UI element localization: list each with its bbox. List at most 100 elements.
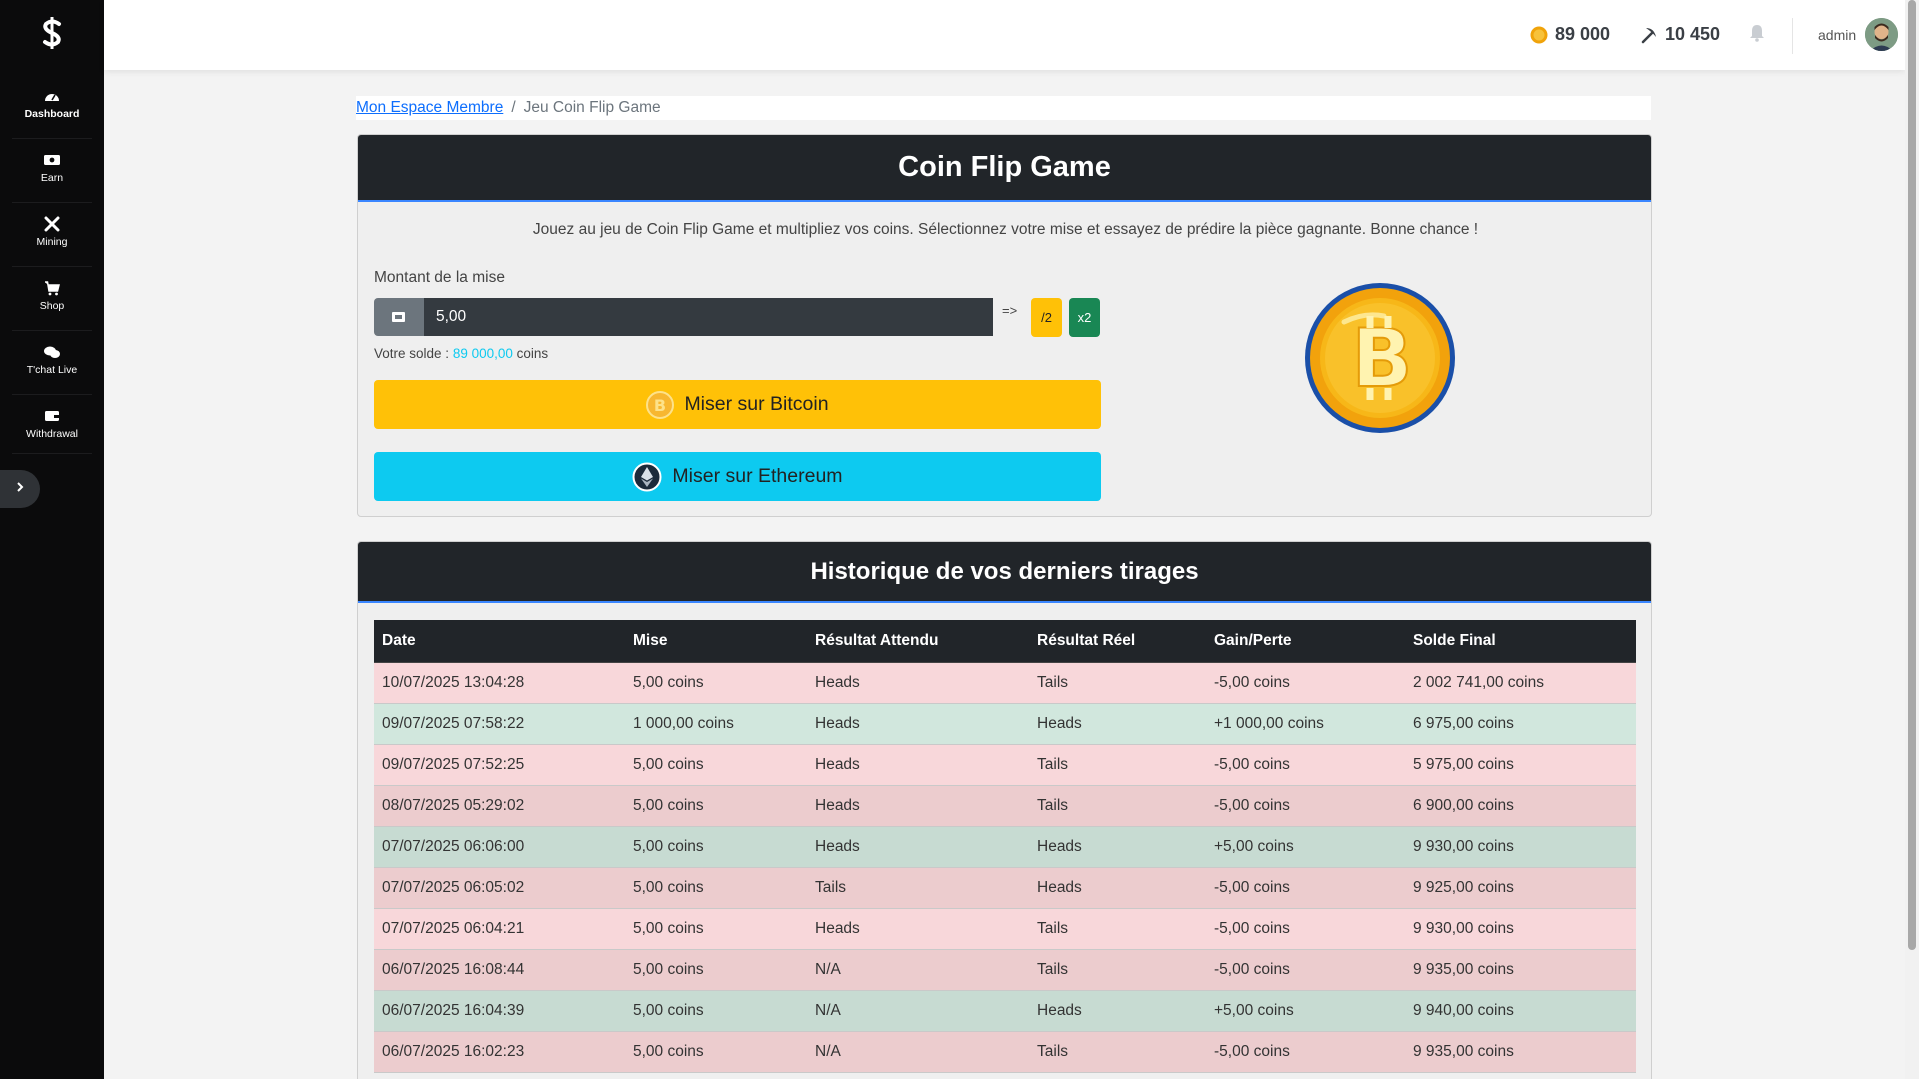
history-table: Date Mise Résultat Attendu Résultat Réel… — [374, 620, 1636, 1073]
cell-bet: 5,00 coins — [625, 949, 807, 991]
cell-final-balance: 9 935,00 coins — [1405, 1031, 1636, 1073]
cell-actual: Heads — [1029, 826, 1206, 868]
breadcrumb-current: Jeu Coin Flip Game — [523, 99, 661, 116]
bitcoin-icon: B — [646, 390, 675, 419]
sidebar-item-label: T'chat Live — [26, 364, 78, 376]
cell-final-balance: 9 935,00 coins — [1405, 949, 1636, 991]
cell-bet: 5,00 coins — [625, 1031, 807, 1073]
cell-expected: Heads — [807, 662, 1029, 704]
cell-gain-loss: -5,00 coins — [1206, 744, 1405, 786]
wallet-icon — [43, 408, 61, 424]
cell-actual: Tails — [1029, 908, 1206, 950]
table-row: 07/07/2025 06:06:00 5,00 coins Heads Heads +… — [374, 826, 1636, 868]
cell-gain-loss: -5,00 coins — [1206, 949, 1405, 991]
cell-gain-loss: -5,00 coins — [1206, 867, 1405, 909]
sidebar-item-chat[interactable]: T'chat Live — [0, 328, 104, 392]
mining-balance-value: 10 450 — [1665, 24, 1721, 44]
sidebar-item-shop[interactable]: Shop — [0, 264, 104, 328]
cell-actual: Heads — [1029, 703, 1206, 745]
table-row: 07/07/2025 06:05:02 5,00 coins Tails Heads -… — [374, 867, 1636, 909]
chevron-right-icon — [15, 480, 25, 498]
sidebar-item-withdrawal[interactable]: Withdrawal — [0, 392, 104, 456]
cell-expected: Heads — [807, 908, 1029, 950]
sidebar-toggle-button[interactable] — [0, 470, 40, 508]
cell-bet: 5,00 coins — [625, 785, 807, 827]
cell-actual: Tails — [1029, 949, 1206, 991]
sidebar-item-dashboard[interactable]: Dashboard — [0, 72, 104, 136]
table-row: 06/07/2025 16:02:23 5,00 coins N/A Tails -5,… — [374, 1031, 1636, 1073]
cell-date: 07/07/2025 06:05:02 — [374, 867, 625, 909]
cell-bet: 5,00 coins — [625, 867, 807, 909]
topbar: 89 000 10 450 admin — [104, 0, 1905, 70]
cell-gain-loss: +5,00 coins — [1206, 826, 1405, 868]
balance-prefix: Votre solde : — [374, 346, 450, 361]
cell-gain-loss: -5,00 coins — [1206, 785, 1405, 827]
svg-text:B: B — [654, 396, 666, 415]
column-header-gain-loss: Gain/Perte — [1206, 620, 1405, 663]
bet-bitcoin-button[interactable]: B Miser sur Bitcoin — [374, 380, 1101, 429]
cell-gain-loss: -5,00 coins — [1206, 1031, 1405, 1073]
money-icon — [374, 298, 424, 336]
mining-balance: 10 450 — [1640, 24, 1720, 45]
cell-bet: 5,00 coins — [625, 744, 807, 786]
coin-icon — [1530, 26, 1548, 44]
sidebar-item-earn[interactable]: Earn — [0, 136, 104, 200]
coin-balance: 89 000 — [1530, 24, 1610, 45]
table-row: 08/07/2025 05:29:02 5,00 coins Heads Tails -… — [374, 785, 1636, 827]
cell-expected: Heads — [807, 785, 1029, 827]
cell-date: 09/07/2025 07:52:25 — [374, 744, 625, 786]
table-row: 06/07/2025 16:04:39 5,00 coins N/A Heads +5,… — [374, 990, 1636, 1032]
cell-date: 06/07/2025 16:02:23 — [374, 1031, 625, 1073]
cell-gain-loss: -5,00 coins — [1206, 908, 1405, 950]
sidebar-item-label: Mining — [36, 236, 68, 248]
table-row: 06/07/2025 16:08:44 5,00 coins N/A Tails -5,… — [374, 949, 1636, 991]
bell-icon[interactable] — [1749, 24, 1765, 47]
table-row: 09/07/2025 07:58:22 1 000,00 coins Heads He… — [374, 703, 1636, 745]
cell-expected: N/A — [807, 949, 1029, 991]
bitcoin-coin-icon: B — [1304, 282, 1456, 434]
sidebar-item-label: Withdrawal — [26, 428, 78, 440]
cell-date: 07/07/2025 06:06:00 — [374, 826, 625, 868]
game-title: Coin Flip Game — [358, 135, 1651, 202]
history-table-body: 10/07/2025 13:04:28 5,00 coins Heads Tails -… — [374, 662, 1636, 1073]
cell-bet: 5,00 coins — [625, 908, 807, 950]
halve-bet-button[interactable]: /2 — [1031, 298, 1062, 337]
coin-flip-card: Coin Flip Game Jouez au jeu de Coin Flip… — [357, 134, 1652, 517]
bet-amount-input[interactable] — [424, 298, 993, 336]
column-header-bet: Mise — [625, 620, 807, 663]
cell-expected: Heads — [807, 744, 1029, 786]
divider — [1792, 18, 1793, 54]
scrollbar-thumb[interactable] — [1908, 0, 1916, 950]
username[interactable]: admin — [1818, 27, 1856, 43]
bet-ethereum-button[interactable]: Miser sur Ethereum — [374, 452, 1101, 501]
bet-label: Montant de la mise — [374, 269, 505, 286]
balance-suffix: coins — [516, 346, 549, 361]
avatar[interactable] — [1865, 18, 1898, 51]
cell-date: 06/07/2025 16:08:44 — [374, 949, 625, 991]
cell-actual: Heads — [1029, 867, 1206, 909]
cell-date: 08/07/2025 05:29:02 — [374, 785, 625, 827]
scrollbar[interactable] — [1905, 0, 1919, 1079]
cell-bet: 5,00 coins — [625, 826, 807, 868]
tools-icon — [43, 216, 61, 232]
breadcrumb-home-link[interactable]: Mon Espace Membre — [356, 99, 503, 117]
cell-final-balance: 9 930,00 coins — [1405, 908, 1636, 950]
cell-expected: Tails — [807, 867, 1029, 909]
table-row: 10/07/2025 13:04:28 5,00 coins Heads Tails -… — [374, 662, 1636, 704]
cell-date: 06/07/2025 16:04:39 — [374, 990, 625, 1032]
double-bet-button[interactable]: x2 — [1069, 298, 1100, 337]
sidebar-item-mining[interactable]: Mining — [0, 200, 104, 264]
sidebar: Dashboard Earn Mining Shop T'chat Live W… — [0, 0, 104, 1079]
column-header-final-balance: Solde Final — [1405, 620, 1636, 663]
logo-icon[interactable] — [0, 12, 104, 54]
cell-expected: Heads — [807, 826, 1029, 868]
breadcrumb-separator: / — [511, 99, 516, 116]
cell-gain-loss: -5,00 coins — [1206, 662, 1405, 704]
arrow-label: => — [1002, 303, 1018, 318]
table-row: 07/07/2025 06:04:21 5,00 coins Heads Tails -… — [374, 908, 1636, 950]
cell-actual: Tails — [1029, 785, 1206, 827]
history-title: Historique de vos derniers tirages — [358, 542, 1651, 603]
pickaxe-icon — [1640, 26, 1658, 44]
cell-actual: Heads — [1029, 990, 1206, 1032]
cell-date: 07/07/2025 06:04:21 — [374, 908, 625, 950]
